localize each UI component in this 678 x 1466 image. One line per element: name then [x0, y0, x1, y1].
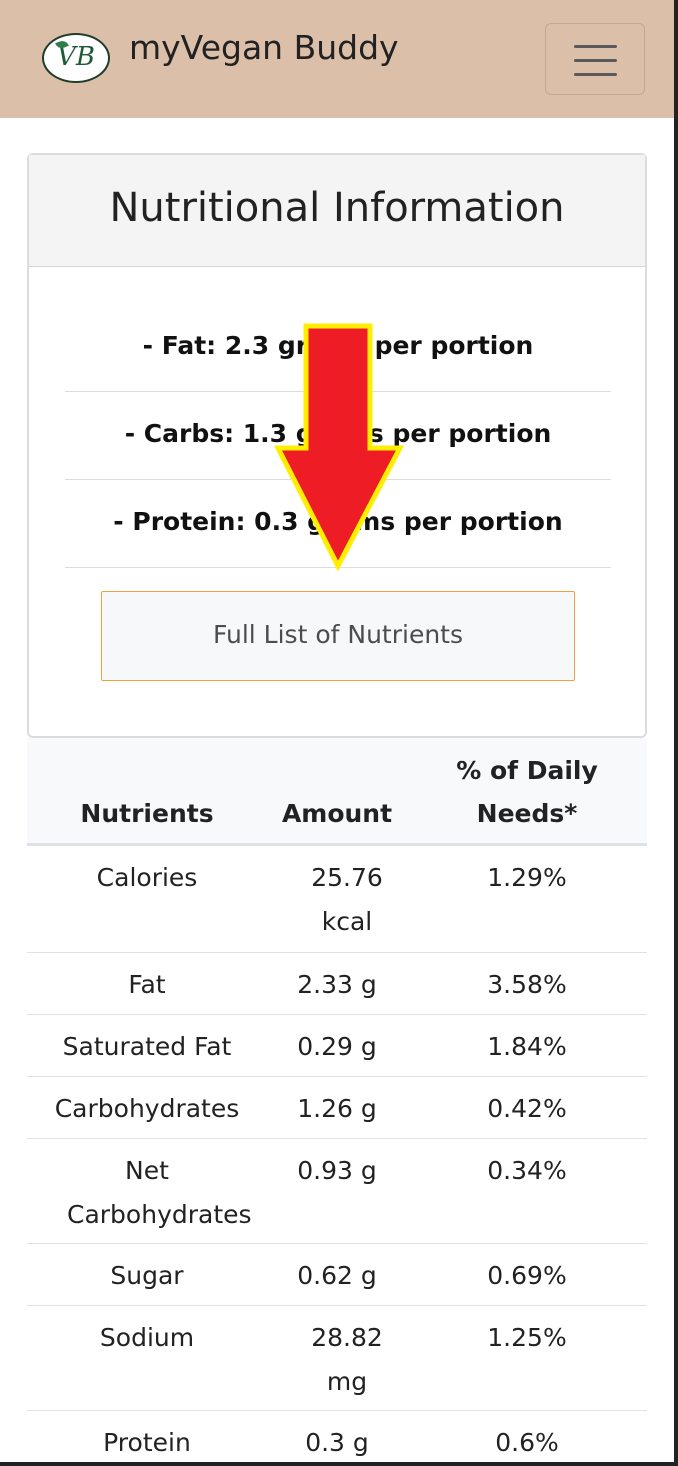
- table-header: Nutrients Amount % of Daily Needs*: [27, 738, 647, 846]
- nutrient-daily: 1.29%: [487, 863, 567, 892]
- brand-name[interactable]: myVegan Buddy: [129, 28, 399, 67]
- nutrient-daily: 0.34%: [487, 1156, 567, 1185]
- nutrient-daily: 0.42%: [487, 1094, 567, 1123]
- nutrient-name: Calories: [96, 863, 198, 892]
- brand-logo[interactable]: VB: [42, 33, 110, 83]
- menu-toggle-button[interactable]: [545, 23, 645, 95]
- nutrient-amount: 0.62 g: [297, 1261, 377, 1290]
- card-header: Nutritional Information: [29, 155, 645, 267]
- nutrient-amount: 28.82 mg: [311, 1323, 383, 1396]
- nutrient-amount: 25.76 kcal: [311, 863, 383, 936]
- nutrient-daily: 1.84%: [487, 1032, 567, 1061]
- table-row: Saturated Fat 0.29 g 1.84%: [27, 1015, 647, 1077]
- hamburger-menu-icon-bar: [574, 59, 617, 62]
- header-nutrients: Nutrients: [80, 799, 214, 828]
- nutrient-amount: 0.3 g: [305, 1428, 369, 1457]
- nutrient-name: Sugar: [110, 1261, 184, 1290]
- table-row: Fat 2.33 g 3.58%: [27, 953, 647, 1015]
- nutrient-daily: 1.25%: [487, 1323, 567, 1352]
- nutrient-amount: 1.26 g: [297, 1094, 377, 1123]
- red-down-arrow-icon: [273, 323, 405, 572]
- full-list-of-nutrients-button[interactable]: Full List of Nutrients: [101, 591, 575, 681]
- navbar: VB myVegan Buddy: [0, 0, 674, 118]
- header-daily-needs: % of Daily Needs*: [456, 756, 598, 828]
- nutrient-amount: 0.29 g: [297, 1032, 377, 1061]
- nutrient-name: Sodium: [99, 1323, 195, 1352]
- nutrient-daily: 0.6%: [495, 1428, 559, 1457]
- table-row: Net Carbohydrates 0.93 g 0.34%: [27, 1139, 647, 1244]
- nutrient-name: Protein: [103, 1428, 191, 1457]
- table-row: Sodium 28.82 mg 1.25%: [27, 1306, 647, 1411]
- card-title: Nutritional Information: [109, 185, 565, 231]
- nutrient-amount: 0.93 g: [297, 1156, 377, 1185]
- table-row: Carbohydrates 1.26 g 0.42%: [27, 1077, 647, 1139]
- nutrient-daily: 3.58%: [487, 970, 567, 999]
- nutrient-name: Carbohydrates: [54, 1094, 240, 1123]
- hamburger-menu-icon-bar: [574, 73, 617, 76]
- nutrient-daily: 0.69%: [487, 1261, 567, 1290]
- table-row: Protein 0.3 g 0.6%: [27, 1411, 647, 1466]
- header-amount: Amount: [281, 799, 393, 828]
- hamburger-menu-icon: [574, 45, 617, 48]
- nutrient-name: Saturated Fat: [62, 1032, 232, 1061]
- nutrient-name: Fat: [128, 970, 166, 999]
- nutrient-amount: 2.33 g: [297, 970, 377, 999]
- nutrient-name: Net Carbohydrates: [67, 1156, 252, 1229]
- table-row: Sugar 0.62 g 0.69%: [27, 1244, 647, 1306]
- table-row: Calories 25.76 kcal 1.29%: [27, 846, 647, 953]
